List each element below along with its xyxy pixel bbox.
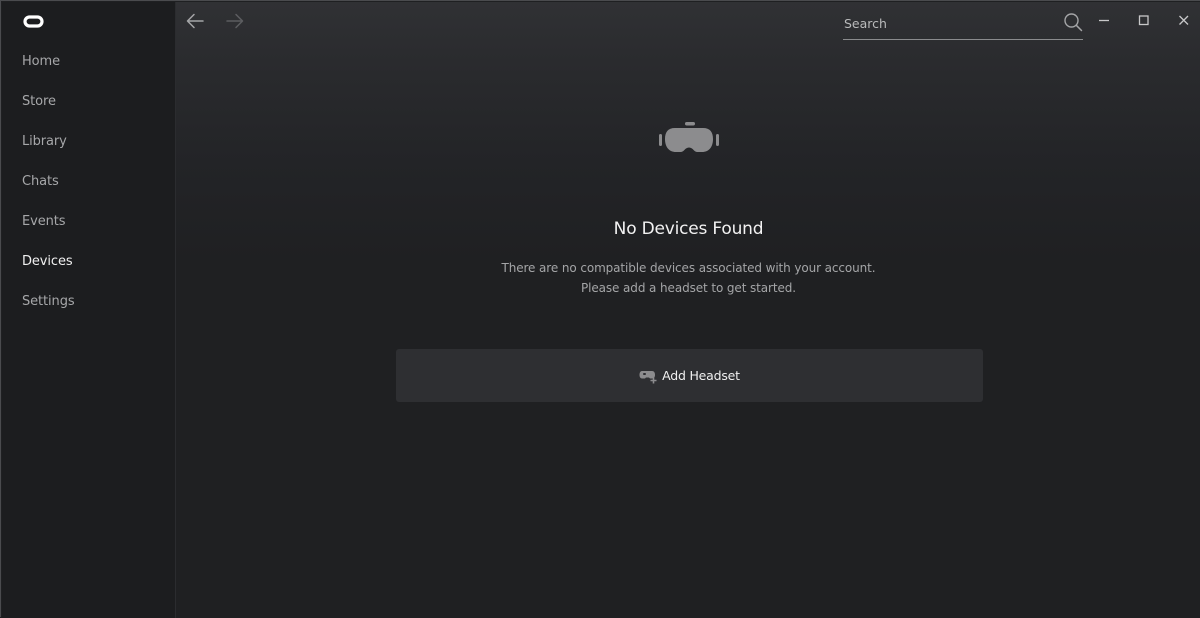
description-line-2: Please add a headset to get started.: [581, 281, 796, 295]
sidebar-item-chats[interactable]: Chats: [2, 162, 175, 202]
sidebar-item-devices[interactable]: Devices: [2, 242, 175, 282]
maximize-icon[interactable]: [1132, 8, 1156, 32]
arrow-left-icon[interactable]: [184, 11, 206, 31]
add-headset-label: Add Headset: [662, 368, 740, 383]
minimize-icon[interactable]: [1092, 8, 1116, 32]
sidebar: Home Store Library Chats Events Devices …: [2, 2, 176, 618]
add-headset-icon: [639, 370, 657, 383]
search-box: [843, 8, 1083, 40]
vr-headset-icon: [659, 122, 719, 152]
sidebar-item-settings[interactable]: Settings: [2, 282, 175, 322]
sidebar-item-store[interactable]: Store: [2, 82, 175, 122]
empty-state-description: There are no compatible devices associat…: [176, 258, 1200, 298]
search-icon[interactable]: [1063, 12, 1083, 32]
sidebar-item-library[interactable]: Library: [2, 122, 175, 162]
sidebar-item-events[interactable]: Events: [2, 202, 175, 242]
main-content: No Devices Found There are no compatible…: [176, 2, 1200, 618]
empty-state-title: No Devices Found: [613, 219, 764, 239]
add-headset-button[interactable]: Add Headset: [396, 349, 983, 402]
sidebar-item-home[interactable]: Home: [2, 42, 175, 82]
app-window: Home Store Library Chats Events Devices …: [0, 0, 1200, 618]
description-line-1: There are no compatible devices associat…: [501, 261, 876, 275]
search-input[interactable]: [843, 13, 1054, 33]
sidebar-nav: Home Store Library Chats Events Devices …: [2, 42, 175, 322]
arrow-right-icon[interactable]: [224, 11, 246, 31]
oculus-logo-icon[interactable]: [23, 15, 44, 28]
close-icon[interactable]: [1172, 8, 1196, 32]
